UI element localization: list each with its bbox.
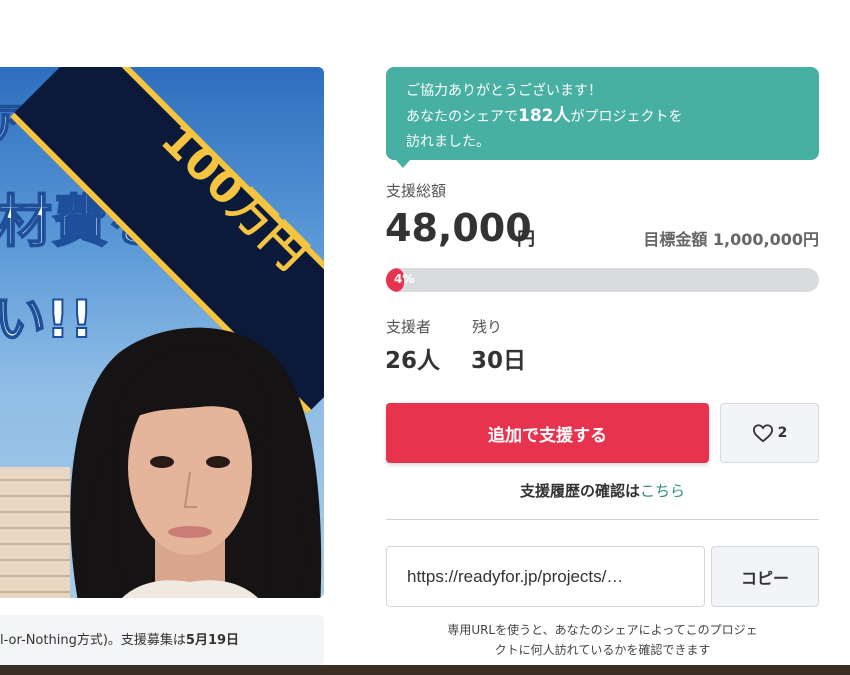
total-label: 支援総額 xyxy=(386,182,447,200)
remaining-label: 残り xyxy=(472,318,503,336)
progress-percent: 4% xyxy=(394,272,415,286)
caption-text: l-or-Nothing方式)。支援募集は xyxy=(0,633,186,648)
divider xyxy=(386,519,819,520)
toast-line2-suffix: がプロジェクトを xyxy=(570,109,683,125)
toast-line2-prefix: あなたのシェアで xyxy=(406,109,518,125)
toast-line3: 訪れました。 xyxy=(406,134,490,150)
goal-label: 目標金額 xyxy=(643,230,708,249)
favorite-button[interactable]: 2 xyxy=(720,403,819,463)
goal-amount: 目標金額 1,000,000円 xyxy=(643,226,819,250)
supporters-label: 支援者 xyxy=(386,318,432,336)
funding-progress-bar: 4% xyxy=(386,268,819,292)
bottom-strip xyxy=(0,665,850,675)
remaining-value: 30日 xyxy=(471,348,527,374)
caption-date: 5月19日 xyxy=(185,633,240,648)
toast-line1: ご協力ありがとうございます！ xyxy=(406,83,602,99)
portrait-photo xyxy=(70,327,322,598)
history-text: 支援履歴の確認は xyxy=(519,482,640,500)
history-link[interactable]: こちら xyxy=(640,482,685,500)
total-currency: 円 xyxy=(517,229,535,250)
note-line2: クトに何人訪れているかを確認できます xyxy=(494,643,711,657)
supporters-value: 26人 xyxy=(385,348,441,374)
support-history: 支援履歴の確認はこちら xyxy=(386,480,819,501)
share-url-note: 専用URLを使うと、あなたのシェアによってこのプロジェ クトに何人訪れているかを… xyxy=(410,620,795,660)
heart-icon xyxy=(752,424,773,443)
note-line1: 専用URLを使うと、あなたのシェアによってこのプロジェ xyxy=(447,623,758,637)
toast-line2: あなたのシェアで182人がプロジェクトを xyxy=(406,104,799,130)
toast-visitor-count: 182人 xyxy=(518,106,571,126)
share-url-field[interactable] xyxy=(386,546,705,607)
toast-tail xyxy=(395,159,411,168)
goal-value: 1,000,000円 xyxy=(712,230,819,249)
total-amount: 48,000 xyxy=(385,206,532,250)
share-thanks-toast: ご協力ありがとうございます！ あなたのシェアで182人がプロジェクトを 訪れまし… xyxy=(386,67,819,160)
copy-url-button[interactable]: コピー xyxy=(711,546,819,607)
project-hero-image: アへ 材費を い!! 100万円 xyxy=(0,67,324,598)
favorite-count: 2 xyxy=(777,425,788,441)
project-caption: l-or-Nothing方式)。支援募集は5月19日 xyxy=(0,615,324,665)
support-again-button[interactable]: 追加で支援する xyxy=(386,403,709,463)
